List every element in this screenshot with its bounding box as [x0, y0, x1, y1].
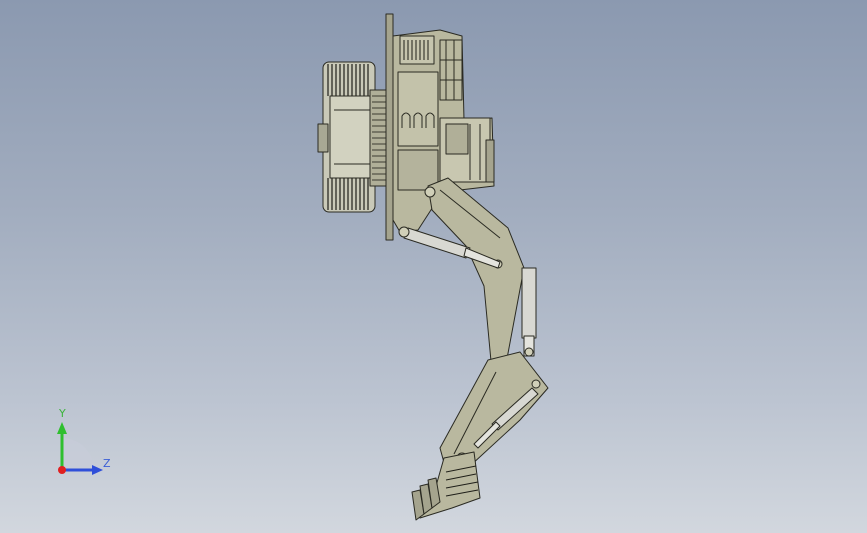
- triad-y-label: Y: [59, 407, 66, 420]
- slew-ring: [369, 89, 389, 187]
- triad-z-label: Z: [103, 457, 111, 470]
- bucket: [411, 451, 481, 521]
- arm-cylinder: [521, 267, 537, 357]
- excavator-model[interactable]: [0, 0, 867, 533]
- graphics-viewport[interactable]: Y Z: [0, 0, 867, 533]
- orientation-triad: Y Z: [40, 408, 130, 488]
- orientation-triad-icon: [57, 422, 103, 475]
- turntable-plate: [385, 13, 394, 241]
- boom: [424, 177, 525, 374]
- stick-arm: [439, 351, 549, 471]
- crawler-track: [317, 61, 379, 213]
